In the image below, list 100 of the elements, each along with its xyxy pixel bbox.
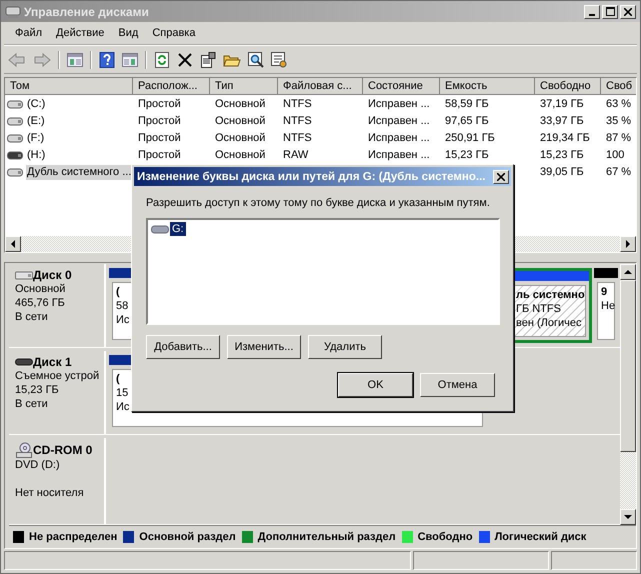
disk-label-panel[interactable]: Диск 1 Съемное устрой 15,23 ГБ В сети: [9, 351, 106, 434]
disk-status: В сети: [15, 397, 49, 411]
partition-text: вен (Логичес: [516, 316, 582, 330]
table-cell: 15,23 ГБ: [445, 149, 489, 161]
table-cell: Исправен ...: [368, 98, 430, 110]
disk-type: Основной: [15, 282, 66, 296]
table-cell: Простой: [138, 132, 181, 144]
menu-item[interactable]: Справка: [145, 27, 202, 39]
table-cell: Исправен ...: [368, 132, 430, 144]
table-cell: NTFS: [283, 115, 312, 127]
legend-label: Свободно: [418, 531, 473, 543]
table-cell: 35 %: [606, 115, 632, 127]
path-item[interactable]: G:: [170, 222, 186, 236]
table-cell: 63 %: [606, 98, 632, 110]
dialog-button[interactable]: Удалить: [308, 335, 382, 359]
dialog-title: Изменение буквы диска или путей для G: (Дубль системно...: [137, 170, 486, 182]
column-header[interactable]: Тип: [210, 78, 278, 95]
vertical-scrollbar[interactable]: [620, 264, 636, 525]
menu-item[interactable]: Действие: [49, 27, 112, 39]
dialog-button[interactable]: Изменить...: [227, 335, 301, 359]
scroll-right-button[interactable]: [620, 236, 636, 252]
dialog-button[interactable]: OK: [338, 373, 413, 397]
dialog-button[interactable]: Добавить...: [146, 335, 220, 359]
partition-text: ГБ NTFS: [516, 302, 561, 316]
legend-label: Дополнительный раздел: [258, 531, 396, 543]
scroll-thumb[interactable]: [620, 280, 636, 452]
table-cell: Основной: [215, 98, 266, 110]
partition-text: 15: [116, 386, 128, 400]
maximize-icon: [606, 7, 614, 16]
column-header[interactable]: Том: [5, 78, 133, 95]
column-header[interactable]: Состояние: [363, 78, 440, 95]
column-header[interactable]: Свободно: [535, 78, 601, 95]
disk-status: В сети: [15, 310, 49, 324]
partition-text: 9: [601, 285, 608, 299]
table-cell: Основной: [215, 115, 266, 127]
table-cell: 33,97 ГБ: [540, 115, 584, 127]
table-cell: NTFS: [283, 132, 312, 144]
help-icon[interactable]: [99, 52, 115, 68]
disk-label-panel[interactable]: CD-ROM 0 DVD (D:) Нет носителя: [9, 438, 106, 524]
minimize-icon: [589, 14, 595, 16]
disk-drive-icon: [5, 4, 21, 18]
dialog-button[interactable]: Отмена: [420, 373, 495, 397]
table-cell: 250,91 ГБ: [445, 132, 495, 144]
table-cell: 97,65 ГБ: [445, 115, 489, 127]
column-header[interactable]: Файловая с...: [278, 78, 363, 95]
table-cell: RAW: [283, 149, 308, 161]
search-icon[interactable]: [248, 52, 264, 68]
table-cell: 58,59 ГБ: [445, 98, 489, 110]
disk-size: 465,76 ГБ: [15, 296, 66, 310]
close-button[interactable]: [620, 4, 636, 18]
delete-icon[interactable]: [177, 52, 193, 68]
volume-name[interactable]: (H:): [26, 148, 46, 163]
close-icon: [497, 172, 505, 180]
panel-icon[interactable]: [122, 52, 138, 66]
partition-text: ль системно: [516, 288, 585, 302]
partition-text: Ис: [116, 313, 130, 327]
scroll-up-button[interactable]: [620, 264, 636, 280]
table-cell: Основной: [215, 149, 266, 161]
menu-item[interactable]: Файл: [8, 27, 50, 39]
table-cell: 87 %: [606, 132, 632, 144]
scroll-left-button[interactable]: [5, 236, 21, 252]
table-cell: Исправен ...: [368, 115, 430, 127]
volume-name[interactable]: (E:): [26, 114, 46, 129]
column-header[interactable]: Емкость: [440, 78, 535, 95]
table-cell: 219,34 ГБ: [540, 132, 590, 144]
maximize-button[interactable]: [602, 4, 618, 18]
window-title: Управление дисками: [24, 4, 150, 18]
column-header[interactable]: Своб: [601, 78, 636, 95]
table-cell: Исправен ...: [368, 149, 430, 161]
table-cell: 15,23 ГБ: [540, 149, 584, 161]
table-cell: Основной: [215, 132, 266, 144]
partition-text: (: [116, 372, 120, 386]
refresh-icon[interactable]: [154, 52, 170, 68]
partition-text: Ис: [116, 400, 130, 414]
panel-icon[interactable]: [67, 52, 83, 66]
partition-text: (: [116, 285, 120, 299]
table-cell: Простой: [138, 149, 181, 161]
volume-name[interactable]: Дубль системного ...: [26, 165, 132, 180]
disk-label-panel[interactable]: Диск 0 Основной 465,76 ГБ В сети: [9, 264, 106, 347]
column-header[interactable]: Располож...: [133, 78, 210, 95]
disk-size: 15,23 ГБ: [15, 383, 60, 397]
close-button[interactable]: [493, 170, 509, 184]
legend-label: Не распределен: [29, 531, 118, 543]
table-cell: 100: [606, 149, 624, 161]
table-cell: NTFS: [283, 98, 312, 110]
scroll-down-button[interactable]: [620, 509, 636, 525]
minimize-button[interactable]: [584, 4, 600, 18]
disk-name: Диск 1: [33, 355, 72, 369]
paths-list[interactable]: G:: [146, 218, 500, 325]
table-cell: Простой: [138, 98, 181, 110]
disk-drive-icon: [151, 224, 169, 234]
legend-label: Основной раздел: [139, 531, 236, 543]
disk-status: Нет носителя: [15, 486, 85, 500]
legend-label: Логический диск: [494, 531, 586, 543]
table-cell: 37,19 ГБ: [540, 98, 584, 110]
table-cell: 67 %: [606, 166, 632, 178]
volume-name[interactable]: (F:): [26, 131, 46, 146]
menu-item[interactable]: Вид: [111, 27, 146, 39]
partition-text: 58: [116, 299, 128, 313]
volume-name[interactable]: (C:): [26, 97, 46, 112]
